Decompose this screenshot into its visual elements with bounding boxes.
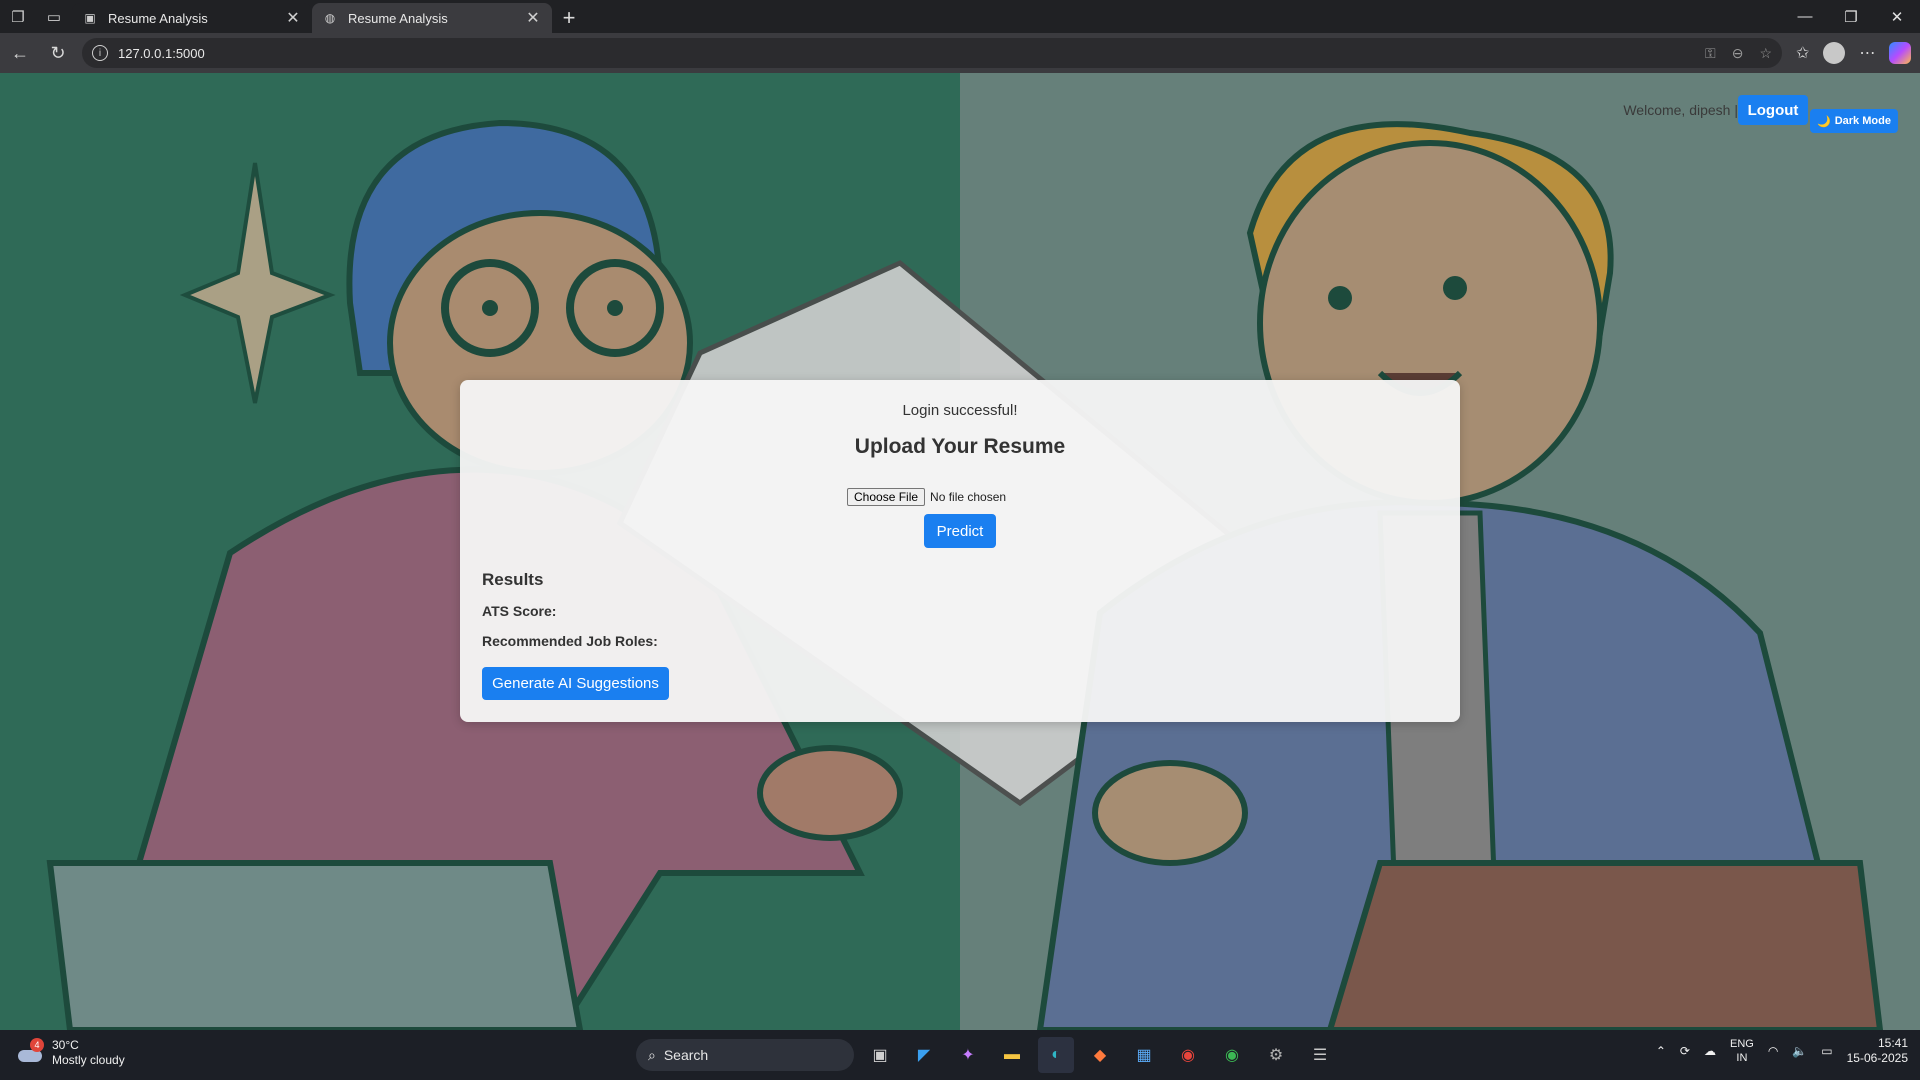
onedrive-icon[interactable]: ☁ xyxy=(1704,1044,1716,1058)
favorites-icon[interactable]: ✩ xyxy=(1796,43,1809,63)
battery-icon[interactable]: ▭ xyxy=(1821,1044,1832,1058)
language-indicator[interactable]: ENG IN xyxy=(1730,1037,1754,1065)
globe-icon: ◍ xyxy=(324,11,336,25)
cloud-icon: 4 xyxy=(16,1038,44,1064)
upload-card: Login successful! Upload Your Resume Cho… xyxy=(460,380,1460,722)
minimize-icon[interactable]: — xyxy=(1782,0,1828,33)
choose-file-button[interactable]: Choose File xyxy=(847,488,926,506)
task-view-icon[interactable]: ▣ xyxy=(862,1037,898,1073)
logout-button[interactable]: Logout xyxy=(1738,95,1808,125)
taskbar-search[interactable]: ⌕ Search xyxy=(636,1039,854,1071)
file-input[interactable]: Choose File No file chosen xyxy=(847,488,1006,506)
clock-time: 15:41 xyxy=(1877,1036,1908,1050)
address-toolbar: ← ↻ i 127.0.0.1:5000 ⚿ ⊖ ☆ ✩ ⋯ xyxy=(0,33,1920,73)
job-roles-label: Recommended Job Roles: xyxy=(482,633,658,649)
taskbar: 4 30°C Mostly cloudy ⌕ Search ▣ ◤ ✦ ▬ ◐ … xyxy=(0,1030,1920,1080)
copilot-icon[interactable] xyxy=(1889,42,1912,64)
url-actions: ⚿ ⊖ ☆ xyxy=(1705,45,1772,62)
close-window-icon[interactable]: ✕ xyxy=(1874,0,1920,33)
clock-date: 15-06-2025 xyxy=(1846,1051,1908,1065)
profile-avatar[interactable] xyxy=(1823,42,1846,64)
web-page: Welcome, dipesh | Logout 🌙 Dark Mode Log… xyxy=(0,73,1920,1030)
edge-icon[interactable]: ◐ xyxy=(1038,1037,1074,1073)
restore-icon[interactable]: ❐ xyxy=(1828,0,1874,33)
back-icon[interactable]: ← xyxy=(2,35,38,71)
new-tab-button[interactable]: + xyxy=(552,3,586,33)
clock[interactable]: 15:41 15-06-2025 xyxy=(1847,1036,1908,1066)
weather-desc: Mostly cloudy xyxy=(52,1053,125,1067)
store-icon[interactable]: ▦ xyxy=(1126,1037,1162,1073)
search-icon: ⌕ xyxy=(648,1046,656,1063)
weather-widget[interactable]: 4 30°C Mostly cloudy xyxy=(16,1038,125,1068)
dark-mode-button[interactable]: 🌙 Dark Mode xyxy=(1810,109,1898,133)
site-info-icon[interactable]: i xyxy=(92,45,108,61)
file-status: No file chosen xyxy=(930,490,1007,504)
tab-title: Resume Analysis xyxy=(348,10,448,26)
region-code: IN xyxy=(1736,1052,1748,1064)
welcome-text: Welcome, dipesh | xyxy=(1623,102,1738,118)
chrome-profile-icon[interactable]: ◉ xyxy=(1214,1037,1250,1073)
taskbar-apps: ⌕ Search ▣ ◤ ✦ ▬ ◐ ◆ ▦ ◉ ◉ ⚙ ☰ xyxy=(590,1036,1338,1074)
browser-tab-2[interactable]: ◍ Resume Analysis ✕ xyxy=(312,3,552,33)
file-explorer-icon[interactable]: ▬ xyxy=(994,1037,1030,1073)
results-heading: Results xyxy=(482,570,544,589)
window-controls: — ❐ ✕ xyxy=(1782,0,1920,33)
chevron-up-icon[interactable]: ⌃ xyxy=(1656,1044,1666,1058)
more-menu-icon[interactable]: ⋯ xyxy=(1859,43,1875,63)
wifi-icon[interactable]: ◠ xyxy=(1768,1044,1778,1058)
favorite-star-icon[interactable]: ☆ xyxy=(1759,45,1772,62)
tab-title: Resume Analysis xyxy=(108,10,208,26)
start-icon[interactable] xyxy=(590,1036,628,1074)
sync-icon[interactable]: ⟳ xyxy=(1680,1044,1690,1058)
close-tab-icon[interactable]: ✕ xyxy=(284,8,302,28)
generate-suggestions-button[interactable]: Generate AI Suggestions xyxy=(482,667,669,700)
flash-message: Login successful! xyxy=(902,402,1018,419)
lang-code: ENG xyxy=(1729,1038,1754,1050)
key-icon[interactable]: ⚿ xyxy=(1705,45,1716,62)
workspaces-icon[interactable]: ❐ xyxy=(0,0,36,33)
database-icon[interactable]: ☰ xyxy=(1302,1037,1338,1073)
volume-muted-icon[interactable]: 🔈 xyxy=(1792,1044,1807,1058)
browser-tools: ✩ ⋯ xyxy=(1796,42,1912,64)
refresh-icon[interactable]: ↻ xyxy=(40,35,76,71)
url-text: 127.0.0.1:5000 xyxy=(118,45,205,61)
weather-badge: 4 xyxy=(30,1038,44,1052)
url-field[interactable]: i 127.0.0.1:5000 ⚿ ⊖ ☆ xyxy=(82,38,1782,68)
close-tab-icon[interactable]: ✕ xyxy=(524,8,542,28)
predict-button[interactable]: Predict xyxy=(924,514,996,548)
settings-icon[interactable]: ⚙ xyxy=(1258,1037,1294,1073)
page-title: Upload Your Resume xyxy=(854,435,1066,458)
chrome-icon[interactable]: ◉ xyxy=(1170,1037,1206,1073)
weather-temp: 30°C xyxy=(52,1038,79,1052)
search-label: Search xyxy=(663,1047,709,1063)
copilot-app-icon[interactable]: ✦ xyxy=(950,1037,986,1073)
brave-icon[interactable]: ◆ xyxy=(1082,1037,1118,1073)
browser-tab-1[interactable]: ▣ Resume Analysis ✕ xyxy=(72,3,312,33)
ats-score-label: ATS Score: xyxy=(482,603,557,619)
system-tray: ⌃ ⟳ ☁ ENG IN ◠ 🔈 ▭ 15:41 15-06-2025 xyxy=(1656,1036,1908,1066)
browser-tab-bar: ❐ ▭ ▣ Resume Analysis ✕ ◍ Resume Analysi… xyxy=(0,0,1920,33)
vscode-icon[interactable]: ◤ xyxy=(906,1037,942,1073)
zoom-icon[interactable]: ⊖ xyxy=(1732,45,1744,62)
tab-actions-icon[interactable]: ▭ xyxy=(36,0,72,33)
tab-page-icon: ▣ xyxy=(84,11,96,25)
moon-icon: 🌙 xyxy=(1817,115,1831,128)
dark-mode-label: Dark Mode xyxy=(1834,115,1891,127)
